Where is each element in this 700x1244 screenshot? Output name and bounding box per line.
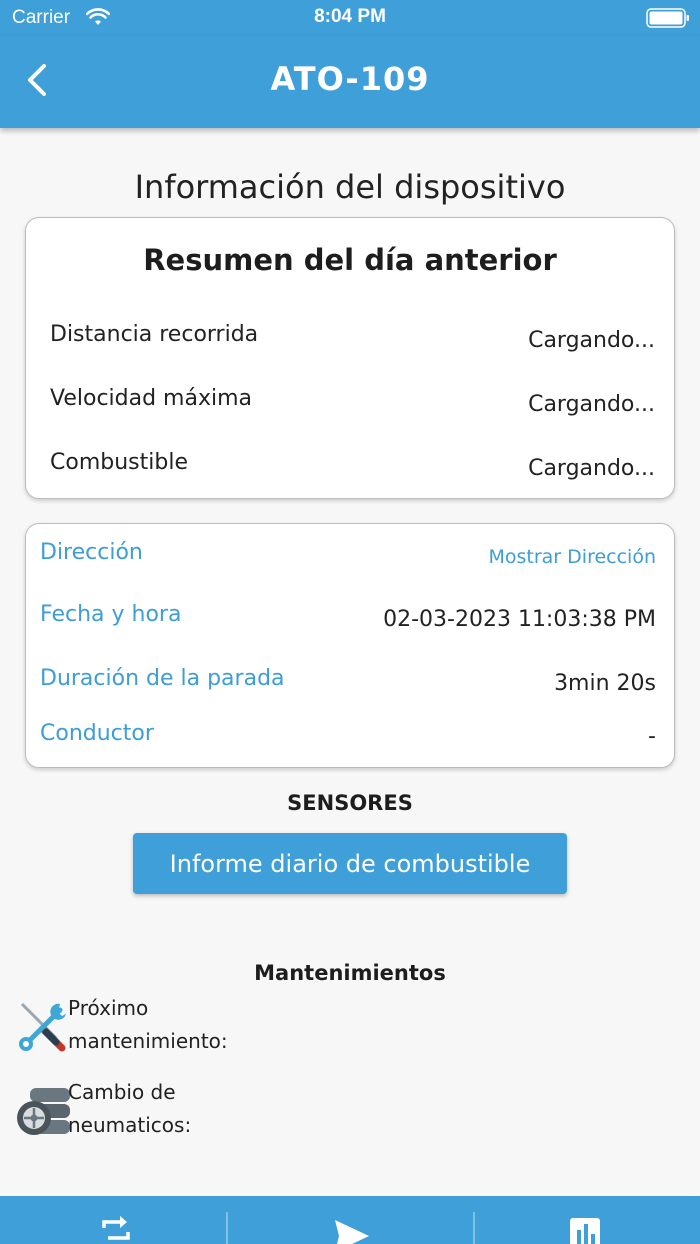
page-title: Información del dispositivo	[134, 168, 566, 206]
datetime-label: Fecha y hora	[40, 602, 182, 627]
stop-duration-value: 3min 20s	[554, 671, 656, 696]
nav-divider	[226, 1212, 228, 1244]
chart-icon[interactable]	[569, 1214, 601, 1244]
next-maintenance-label: Próximo mantenimiento:	[68, 996, 228, 1053]
device-title: ATO-109	[270, 60, 430, 98]
driver-value: -	[648, 724, 656, 749]
tire-change-label: Cambio de neumaticos:	[68, 1080, 192, 1137]
send-icon[interactable]	[333, 1214, 369, 1244]
datetime-value: 02-03-2023 11:03:38 PM	[383, 607, 656, 632]
battery-icon	[646, 8, 690, 33]
show-address-link[interactable]: Mostrar Dirección	[488, 546, 656, 568]
clock: 8:04 PM	[314, 6, 386, 27]
app-bar: ATO-109	[0, 36, 700, 128]
max-speed-label: Velocidad máxima	[50, 386, 253, 411]
swap-icon[interactable]	[100, 1214, 132, 1244]
stop-duration-label: Duración de la parada	[40, 666, 285, 691]
distance-value: Cargando...	[528, 328, 655, 353]
tools-icon	[16, 1000, 70, 1054]
driver-label: Conductor	[40, 721, 154, 746]
bottom-nav	[0, 1196, 700, 1244]
fuel-value: Cargando...	[528, 456, 655, 481]
maintenance-title: Mantenimientos	[254, 961, 446, 985]
fuel-label: Combustible	[50, 450, 188, 475]
fuel-report-button[interactable]: Informe diario de combustible	[133, 833, 567, 894]
summary-title: Resumen del día anterior	[143, 243, 557, 277]
status-bar: Carrier 8:04 PM	[0, 0, 700, 36]
max-speed-value: Cargando...	[528, 392, 655, 417]
distance-label: Distancia recorrida	[50, 322, 259, 347]
sensors-title: SENSORES	[287, 791, 413, 815]
tires-icon	[16, 1086, 70, 1140]
nav-divider	[473, 1212, 475, 1244]
summary-card: Resumen del día anterior Distancia recor…	[25, 217, 675, 499]
address-label: Dirección	[40, 540, 143, 565]
stop-info-card: Dirección Mostrar Dirección Fecha y hora…	[25, 523, 675, 768]
